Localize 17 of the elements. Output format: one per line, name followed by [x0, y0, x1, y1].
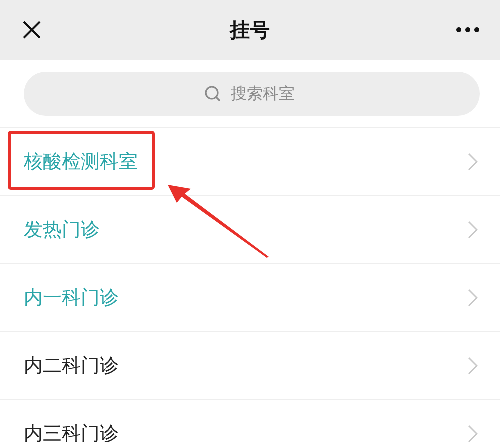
chevron-icon [468, 152, 478, 170]
chevron-icon [468, 220, 478, 238]
search-field[interactable]: 搜索科室 [24, 72, 480, 116]
department-name: 内二科门诊 [24, 354, 119, 378]
chevron-icon [468, 356, 478, 374]
department-name: 发热门诊 [24, 218, 100, 242]
department-name: 内一科门诊 [24, 286, 119, 310]
more-icon [456, 27, 480, 33]
search-icon [204, 84, 222, 102]
page-title: 挂号 [230, 16, 270, 44]
chevron-icon [468, 288, 478, 306]
department-name: 核酸检测科室 [24, 150, 138, 174]
close-icon [22, 20, 42, 40]
department-item[interactable]: 内一科门诊 [0, 264, 500, 332]
department-item[interactable]: 内二科门诊 [0, 332, 500, 400]
chevron-icon [468, 424, 478, 442]
department-item[interactable]: 核酸检测科室 [0, 128, 500, 196]
